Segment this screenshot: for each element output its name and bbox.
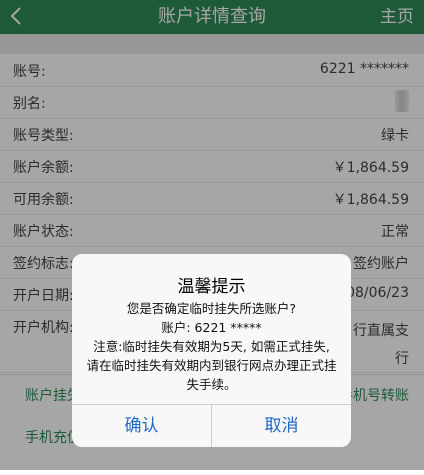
confirm-button[interactable]: 确认	[72, 405, 212, 447]
dialog-notice: 注意:临时挂失有效期为5天, 如需正式挂失, 请在临时挂失有效期内到银行网点办理…	[86, 339, 337, 392]
dialog-message: 您是否确定临时挂失所选账户? 账户: 6221 ***** 注意:临时挂失有效期…	[86, 299, 337, 394]
loss-confirm-dialog: 温馨提示 您是否确定临时挂失所选账户? 账户: 6221 ***** 注意:临时…	[72, 254, 351, 447]
dialog-title: 温馨提示	[177, 277, 246, 297]
dialog-account: 账户: 6221 *****	[161, 320, 262, 335]
dialog-buttons: 确认 取消	[72, 404, 351, 447]
cancel-button[interactable]: 取消	[212, 405, 351, 447]
dialog-question: 您是否确定临时挂失所选账户?	[126, 301, 297, 316]
